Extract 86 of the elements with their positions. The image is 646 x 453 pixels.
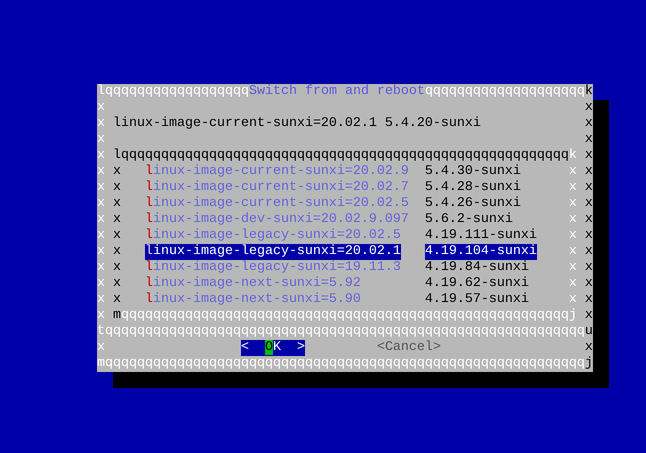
list-item-label[interactable]: linux-image-current-sunxi=20.02.9 [144,164,409,180]
list-item-version: 5.4.26-sunxi [424,196,521,212]
border-glyph: x [568,212,577,228]
border-glyph: j [584,356,593,372]
border-rule: qqqqqqqqqqqqqqqqqqqq [424,84,585,100]
border-glyph: k [568,148,577,164]
border-glyph: x [584,228,593,244]
border-glyph: x [568,276,577,292]
border-glyph: x [97,132,105,148]
list-item-label[interactable]: linux-image-next-sunxi=5.92 [144,276,361,292]
list-item-label[interactable]: linux-image-legacy-sunxi=20.02.1 [144,244,401,260]
list-item-label[interactable]: linux-image-dev-sunxi=20.02.9.097 [144,212,409,228]
list-item-version: 5.4.30-sunxi [424,164,521,180]
border-glyph: x [584,276,593,292]
list-item-label[interactable]: linux-image-current-sunxi=20.02.7 [144,180,409,196]
border-rule: qqqqqqqqqqqqqqqqqqqqqqqqqqqqqqqqqqqqqqqqqqqqqqqqqqqqqqqq [120,308,569,324]
border-glyph: x [568,292,577,308]
border-glyph: l [97,84,105,100]
border-glyph: u [584,324,593,340]
list-item-version: 5.4.28-sunxi [424,180,521,196]
border-rule: qqqqqqqqqqqqqqqqqqqqqqqqqqqqqqqqqqqqqqqqqqqqqqqqqqqqqqqqqqqq [105,356,585,372]
list-item-version: 4.19.62-sunxi [424,276,529,292]
list-item-version: 4.19.84-sunxi [424,260,529,276]
border-glyph: x [584,100,593,116]
border-glyph: x [584,116,593,132]
border-glyph: x [97,148,105,164]
border-glyph: x [112,196,121,212]
border-glyph: x [568,164,577,180]
border-glyph: t [97,324,105,340]
border-glyph: x [584,244,593,260]
list-item-label[interactable]: linux-image-next-sunxi=5.90 [144,292,361,308]
border-glyph: x [584,180,593,196]
border-glyph: x [97,196,105,212]
border-glyph: x [97,276,105,292]
border-glyph: x [568,228,577,244]
ok-button[interactable]: < OK > [240,340,305,356]
border-glyph: x [97,164,105,180]
list-item-version: 5.6.2-sunxi [424,212,513,228]
border-glyph: x [584,292,593,308]
list-item-label[interactable]: linux-image-legacy-sunxi=19.11.3 [144,260,401,276]
border-glyph: x [97,260,105,276]
border-glyph: j [568,308,577,324]
border-glyph: m [97,356,105,372]
border-glyph: x [97,292,105,308]
border-glyph: x [584,164,593,180]
border-glyph: x [584,260,593,276]
border-glyph: x [568,244,577,260]
border-glyph: x [97,180,105,196]
border-glyph: x [584,340,593,356]
border-rule: qqqqqqqqqqqqqqqqqqqqqqqqqqqqqqqqqqqqqqqqqqqqqqqqqqqqqqqqqqqq [105,324,585,340]
border-glyph: k [584,84,593,100]
border-glyph: m [112,308,121,324]
border-glyph: x [568,196,577,212]
message-text: linux-image-current-sunxi=20.02.1 5.4.20-sunxi [112,116,481,132]
border-glyph: x [568,260,577,276]
border-rule: qqqqqqqqqqqqqqqqqqqqqqqqqqqqqqqqqqqqqqqqqqqqqqqqqqqqqqqq [120,148,569,164]
border-glyph: x [112,164,121,180]
border-glyph: x [97,340,105,356]
border-glyph: x [568,180,577,196]
list-item-label[interactable]: linux-image-legacy-sunxi=20.02.5 [144,228,401,244]
border-glyph: x [584,132,593,148]
border-rule: qqqqqqqqqqqqqqqqqq [105,84,249,100]
border-glyph: x [112,292,121,308]
border-glyph: x [112,212,121,228]
border-glyph: l [112,148,121,164]
border-glyph: x [97,308,105,324]
border-glyph: x [97,212,105,228]
cancel-button[interactable]: <Cancel> [376,340,441,356]
border-glyph: x [112,180,121,196]
dialog-title: Switch from and reboot [248,84,425,100]
border-glyph: x [112,244,121,260]
border-glyph: x [112,228,121,244]
border-glyph: x [584,148,593,164]
list-item-version: 4.19.111-sunxi [424,228,537,244]
list-item-version: 4.19.104-sunxi [424,244,537,260]
border-glyph: x [97,116,105,132]
border-glyph: x [97,228,105,244]
border-glyph: x [112,260,121,276]
border-glyph: x [97,100,105,116]
border-glyph: x [584,196,593,212]
border-glyph: x [97,244,105,260]
list-item-label[interactable]: linux-image-current-sunxi=20.02.5 [144,196,409,212]
border-glyph: x [112,276,121,292]
border-glyph: x [584,212,593,228]
list-item-version: 4.19.57-sunxi [424,292,529,308]
border-glyph: x [584,308,593,324]
